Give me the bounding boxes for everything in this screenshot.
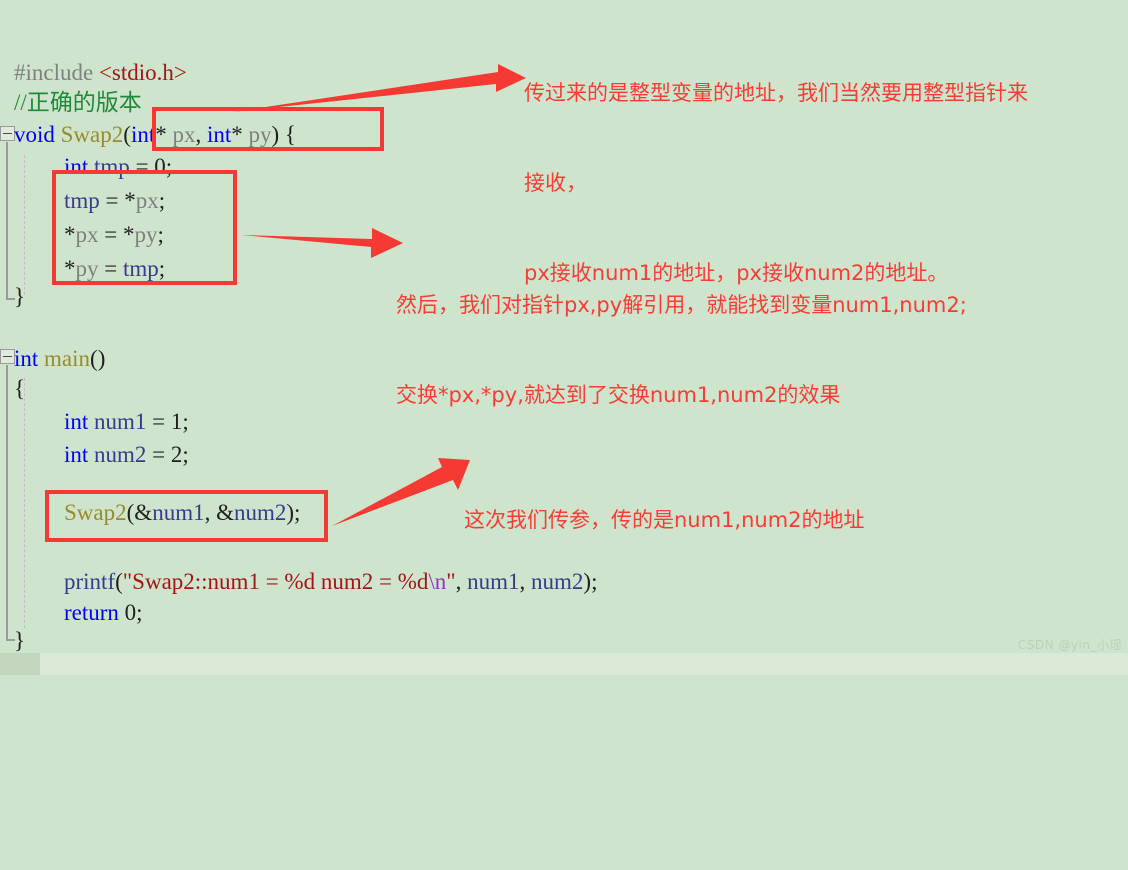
code-token: * bbox=[231, 122, 249, 147]
code-token: = bbox=[146, 409, 171, 434]
code-token: tmp bbox=[64, 188, 100, 213]
code-token: int bbox=[64, 442, 95, 467]
code-token: = bbox=[98, 256, 123, 281]
code-token: num1 bbox=[94, 409, 147, 434]
code-token: int bbox=[14, 346, 45, 371]
code-token: , bbox=[195, 122, 207, 147]
watermark: CSDN @yin_小瑶 bbox=[1017, 638, 1122, 652]
code-token: int bbox=[64, 154, 95, 179]
code-token: = * bbox=[98, 222, 135, 247]
annotation-middle-line1: 然后，我们对指针px,py解引用，就能找到变量num1,num2; bbox=[396, 293, 967, 317]
code-line-return: return 0; bbox=[0, 598, 143, 628]
code-line-swap2-sig: void Swap2(int* px, int* py) { bbox=[0, 120, 296, 150]
code-line-main-end: } bbox=[0, 626, 25, 656]
code-token: , & bbox=[204, 500, 234, 525]
code-token: } bbox=[14, 628, 26, 653]
code-token: #include bbox=[14, 60, 99, 85]
annotation-top-line1: 传过来的是整型变量的地址，我们当然要用整型指针来 bbox=[524, 81, 1028, 105]
code-token: ; bbox=[158, 188, 166, 213]
code-token: tmp bbox=[94, 154, 130, 179]
code-line-swap2-end: } bbox=[0, 282, 25, 312]
code-token: //正确的版本 bbox=[14, 90, 142, 115]
code-token: * bbox=[155, 122, 173, 147]
code-token: ; bbox=[136, 600, 143, 625]
code-token: * bbox=[64, 222, 76, 247]
code-token: 0 bbox=[154, 154, 166, 179]
annotation-top-line2: 接收， bbox=[524, 171, 587, 195]
code-token: = * bbox=[99, 188, 136, 213]
code-token: "Swap2::num1 = %d num2 = %d bbox=[122, 569, 429, 594]
code-token: { bbox=[14, 376, 26, 401]
annotation-middle: 然后，我们对指针px,py解引用，就能找到变量num1,num2; 交换*px,… bbox=[396, 230, 967, 470]
code-line-main-sig: int main() bbox=[0, 344, 105, 374]
code-token: num1 bbox=[152, 500, 205, 525]
status-strip bbox=[0, 653, 1128, 675]
code-token: py bbox=[134, 222, 158, 247]
editor-canvas: #include <stdio.h> //正确的版本 void Swap2(in… bbox=[0, 0, 1128, 675]
code-token: num2 bbox=[94, 442, 147, 467]
code-token: ) { bbox=[271, 122, 296, 147]
code-token: = bbox=[129, 154, 155, 179]
code-token: 2 bbox=[170, 442, 183, 467]
code-token: " bbox=[446, 569, 456, 594]
code-token: px bbox=[75, 222, 99, 247]
code-line-swap2-call: Swap2(&num1, &num2); bbox=[0, 498, 300, 528]
code-token: void bbox=[14, 122, 61, 147]
code-line-tmp-decl: int tmp = 0; bbox=[0, 152, 172, 182]
code-token: ; bbox=[182, 442, 189, 467]
code-token: \n bbox=[428, 569, 447, 594]
code-token: ; bbox=[158, 256, 166, 281]
code-token: * bbox=[64, 256, 76, 281]
code-line-comment: //正确的版本 bbox=[0, 88, 142, 118]
code-token: main bbox=[44, 346, 91, 371]
code-line-tmp-assign: tmp = *px; bbox=[0, 186, 165, 216]
code-line-include: #include <stdio.h> bbox=[0, 58, 187, 88]
code-line-num1-decl: int num1 = 1; bbox=[0, 407, 189, 437]
code-token: 1 bbox=[170, 409, 183, 434]
code-token: ( bbox=[123, 122, 131, 147]
code-token: = bbox=[146, 442, 171, 467]
code-token: } bbox=[14, 284, 26, 309]
code-token: ( bbox=[115, 569, 123, 594]
code-token: ; bbox=[157, 222, 164, 247]
annotation-middle-line2: 交换*px,*py,就达到了交换num1,num2的效果 bbox=[396, 383, 841, 407]
code-token: printf bbox=[64, 569, 116, 594]
code-token: int bbox=[64, 409, 95, 434]
code-token: num2 bbox=[233, 500, 287, 525]
code-token: return bbox=[64, 600, 125, 625]
code-token: Swap2 bbox=[64, 500, 127, 525]
code-token: int bbox=[206, 122, 232, 147]
code-token: px bbox=[135, 188, 159, 213]
code-line-px-assign: *px = *py; bbox=[0, 220, 164, 250]
code-line-py-assign: *py = tmp; bbox=[0, 254, 165, 284]
code-token: px bbox=[172, 122, 196, 147]
code-token: ; bbox=[165, 154, 173, 179]
status-strip-gutter bbox=[0, 653, 40, 675]
code-token: ; bbox=[182, 409, 189, 434]
code-token: py bbox=[75, 256, 99, 281]
code-token: tmp bbox=[122, 256, 159, 281]
code-token: int bbox=[130, 122, 156, 147]
code-token: py bbox=[248, 122, 272, 147]
code-token: (& bbox=[126, 500, 153, 525]
code-line-main-open: { bbox=[0, 374, 25, 404]
code-token: ); bbox=[286, 500, 301, 525]
code-token: () bbox=[90, 346, 106, 371]
code-token: 0 bbox=[124, 600, 137, 625]
annotation-bottom-line1: 这次我们传参，传的是num1,num2的地址 bbox=[464, 508, 865, 532]
code-line-num2-decl: int num2 = 2; bbox=[0, 440, 189, 470]
annotation-bottom: 这次我们传参，传的是num1,num2的地址 bbox=[464, 445, 865, 595]
code-token: Swap2 bbox=[60, 122, 124, 147]
code-token: <stdio.h> bbox=[98, 60, 187, 85]
